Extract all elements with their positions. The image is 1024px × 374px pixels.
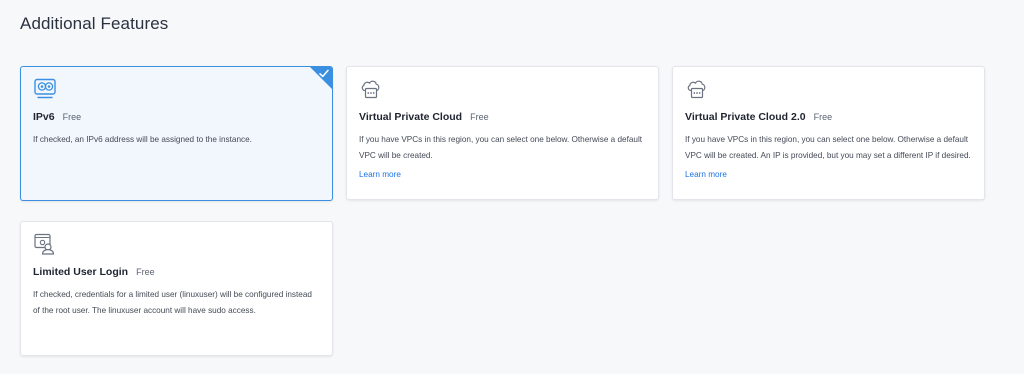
- feature-card-vpc-2[interactable]: Virtual Private Cloud 2.0 Free If you ha…: [672, 66, 985, 200]
- checkmark-icon: [319, 69, 329, 78]
- feature-description: If checked, an IPv6 address will be assi…: [33, 135, 252, 144]
- user-window-icon: [34, 233, 55, 255]
- feature-card-limited-user[interactable]: Limited User Login Free If checked, cred…: [20, 221, 333, 356]
- learn-more-link[interactable]: Learn more: [685, 167, 727, 183]
- section-title: Additional Features: [20, 14, 169, 33]
- learn-more-link[interactable]: Learn more: [359, 167, 401, 183]
- feature-card-vpc[interactable]: Virtual Private Cloud Free If you have V…: [346, 66, 659, 200]
- cloud-network-icon: [687, 80, 706, 99]
- feature-description: If you have VPCs in this region, you can…: [685, 135, 971, 160]
- feature-description: If checked, credentials for a limited us…: [33, 290, 312, 315]
- feature-price: Free: [62, 112, 82, 122]
- feature-price: Free: [136, 267, 155, 277]
- ipv6-icon: [34, 78, 56, 99]
- feature-name: Virtual Private Cloud: [359, 111, 463, 123]
- feature-name: Limited User Login: [33, 266, 129, 278]
- feature-name: IPv6: [33, 111, 55, 123]
- cloud-network-icon: [361, 80, 380, 99]
- feature-price: Free: [470, 112, 489, 122]
- feature-card-ipv6[interactable]: IPv6 Free If checked, an IPv6 address wi…: [20, 66, 333, 201]
- feature-name: Virtual Private Cloud 2.0: [685, 111, 806, 123]
- feature-description: If you have VPCs in this region, you can…: [359, 135, 643, 160]
- feature-price: Free: [813, 112, 833, 122]
